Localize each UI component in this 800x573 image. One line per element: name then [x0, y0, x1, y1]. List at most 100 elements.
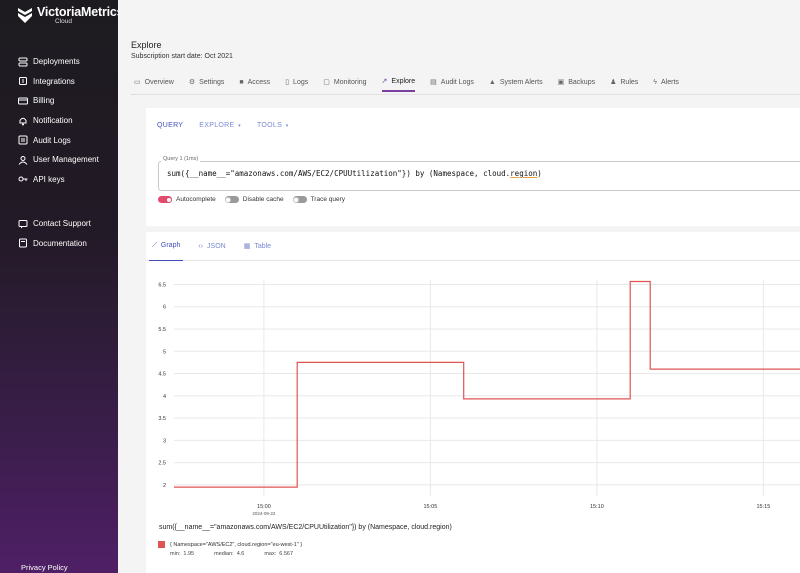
tab-label: Alerts [661, 78, 679, 86]
tab-monitoring[interactable]: ▢ Monitoring [323, 72, 366, 92]
lock-icon: ■ [239, 78, 244, 86]
archive-icon: ▣ [557, 79, 565, 86]
code-icon: ‹› [198, 242, 204, 250]
box-icon: ▢ [323, 79, 330, 86]
legend-title: sum({__name__="amazonaws.com/AWS/EC2/CPU… [159, 524, 452, 531]
tools-menu-label: TOOLS [256, 122, 283, 129]
stat-max-key: max: [264, 551, 277, 557]
query-label: Query 1 (1ms) [161, 156, 201, 162]
query-text-end: ) [537, 169, 542, 178]
y-tick-label: 5 [163, 349, 166, 355]
y-tick-label: 3 [163, 438, 166, 444]
tab-explore-menu[interactable]: EXPLORE ▾ [199, 122, 241, 129]
legend-swatch [158, 541, 165, 548]
query-toggles: Autocomplete Disable cache Trace query [158, 196, 354, 203]
sidebar-item-label: Notification [33, 116, 73, 126]
x-tick-label: 15:05 [424, 504, 438, 510]
deployment-tabs: ▭ Overview ⚙ Settings ■ Access ▯ Logs ▢ Monit… [134, 72, 694, 94]
stat-max: 6.567 [279, 551, 294, 557]
tab-label: Backups [568, 78, 596, 86]
tab-divider [130, 94, 800, 95]
line-chart[interactable]: 2 2.5 3 3.5 4 4.5 5 5.5 6 6.5 15:002024-09-22 15:05… [146, 272, 800, 520]
tab-label: Audit Logs [440, 78, 474, 86]
sidebar-item-contact-support[interactable]: Contact Support [0, 214, 118, 234]
tab-system-alerts[interactable]: ▲ System Alerts [489, 72, 543, 92]
plug-icon [18, 76, 28, 86]
tab-json[interactable]: ‹› JSON [195, 232, 228, 261]
tab-access[interactable]: ■ Access [239, 72, 270, 92]
series-line [174, 280, 800, 488]
y-tick-label: 4.5 [158, 372, 166, 378]
key-icon [18, 174, 28, 184]
subscription-start-date: Subscription start date: Oct 2021 [131, 53, 233, 60]
card-icon [18, 96, 28, 106]
explore-menu-label: EXPLORE [199, 122, 235, 129]
tab-graph[interactable]: ⟋ Graph [149, 232, 184, 261]
tab-label: System Alerts [499, 78, 543, 86]
sidebar-item-label: Integrations [33, 76, 75, 86]
tab-alerts[interactable]: ϟ Alerts [653, 72, 679, 92]
sidebar-item-documentation[interactable]: Documentation [0, 234, 118, 254]
disable-cache-toggle[interactable]: Disable cache [224, 196, 284, 203]
legend-item[interactable]: { Namespace="AWS/EC2", cloud.region="eu-… [158, 541, 758, 557]
y-tick-label: 2 [163, 483, 166, 489]
server-icon [18, 57, 28, 67]
trace-query-toggle[interactable]: Trace query [292, 196, 345, 203]
support-icon [18, 219, 28, 229]
toggle-switch-on [158, 196, 172, 203]
stat-min: 1.95 [183, 551, 195, 557]
tab-explore[interactable]: ↗ Explore [381, 72, 416, 92]
sidebar-item-integrations[interactable]: Integrations [0, 72, 118, 92]
legend-stats: min: 1.95 median: 4.6 max: 6.567 [170, 551, 758, 557]
x-tick-label: 15:15 [756, 504, 770, 510]
victoriametrics-logo[interactable]: VictoriaMetrics Cloud [17, 6, 124, 25]
users-icon [18, 155, 28, 165]
sidebar: VictoriaMetrics Cloud Deployments Integr… [0, 0, 124, 573]
tab-backups[interactable]: ▣ Backups [558, 72, 595, 92]
sidebar-item-user-management[interactable]: User Management [0, 150, 118, 170]
x-tick-label: 15:10 [590, 504, 604, 510]
list-icon [18, 135, 28, 145]
sidebar-item-label: User Management [33, 155, 99, 165]
results-panel: ⟋ Graph ‹› JSON ▦ Table 2 2.5 3 3.5 4 4.5 5 5.5 6 6.… [146, 232, 800, 573]
y-tick-label: 6.5 [158, 282, 166, 288]
tab-table[interactable]: ▦ Table [241, 232, 274, 261]
tab-label: Logs [293, 78, 309, 86]
legend-series-label: { Namespace="AWS/EC2", cloud.region="eu-… [170, 541, 303, 548]
sidebar-item-label: API keys [33, 174, 65, 184]
tab-label: JSON [207, 242, 226, 250]
query-text-main: sum({__name__="amazonaws.com/AWS/EC2/CPU… [167, 169, 511, 178]
gear-icon: ⚙ [188, 79, 196, 86]
bell-icon: ♟ [610, 79, 617, 86]
query-text-highlight: region [510, 169, 538, 178]
brand-sub: Cloud [55, 17, 72, 25]
autocomplete-toggle[interactable]: Autocomplete [158, 196, 216, 203]
sidebar-item-label: Contact Support [33, 219, 91, 229]
query-input[interactable]: Query 1 (1ms) sum({__name__="amazonaws.c… [158, 156, 800, 191]
tab-rules[interactable]: ♟ Rules [610, 72, 638, 92]
tab-logs[interactable]: ▯ Logs [285, 72, 308, 92]
tab-settings[interactable]: ⚙ Settings [189, 72, 225, 92]
bell-icon [18, 116, 28, 126]
sidebar-item-label: Billing [33, 96, 55, 106]
tab-label: Graph [160, 242, 181, 249]
tab-tools-menu[interactable]: TOOLS ▾ [257, 122, 289, 129]
tab-audit-logs[interactable]: ▤ Audit Logs [430, 72, 474, 92]
tab-query[interactable]: QUERY [157, 122, 183, 129]
privacy-policy-link[interactable]: Privacy Policy [21, 563, 68, 572]
sidebar-item-api-keys[interactable]: API keys [0, 170, 118, 190]
tab-overview[interactable]: ▭ Overview [134, 72, 174, 92]
warning-icon: ▲ [488, 78, 496, 86]
sidebar-item-billing[interactable]: Billing [0, 91, 118, 111]
query-panel: QUERY EXPLORE ▾ TOOLS ▾ Query 1 (1ms) su… [146, 108, 800, 226]
sidebar-item-deployments[interactable]: Deployments [0, 52, 118, 72]
toggle-label: Disable cache [242, 196, 284, 203]
y-tick-label: 4 [163, 394, 166, 400]
sidebar-support-nav: Contact Support Documentation [0, 214, 118, 253]
sidebar-item-notification[interactable]: Notification [0, 111, 118, 131]
doc-icon: ▤ [430, 79, 437, 86]
query-tabs: QUERY EXPLORE ▾ TOOLS ▾ [157, 122, 305, 129]
y-tick-label: 2.5 [158, 461, 166, 467]
tab-label: Table [254, 242, 272, 250]
sidebar-item-audit-logs[interactable]: Audit Logs [0, 130, 118, 150]
